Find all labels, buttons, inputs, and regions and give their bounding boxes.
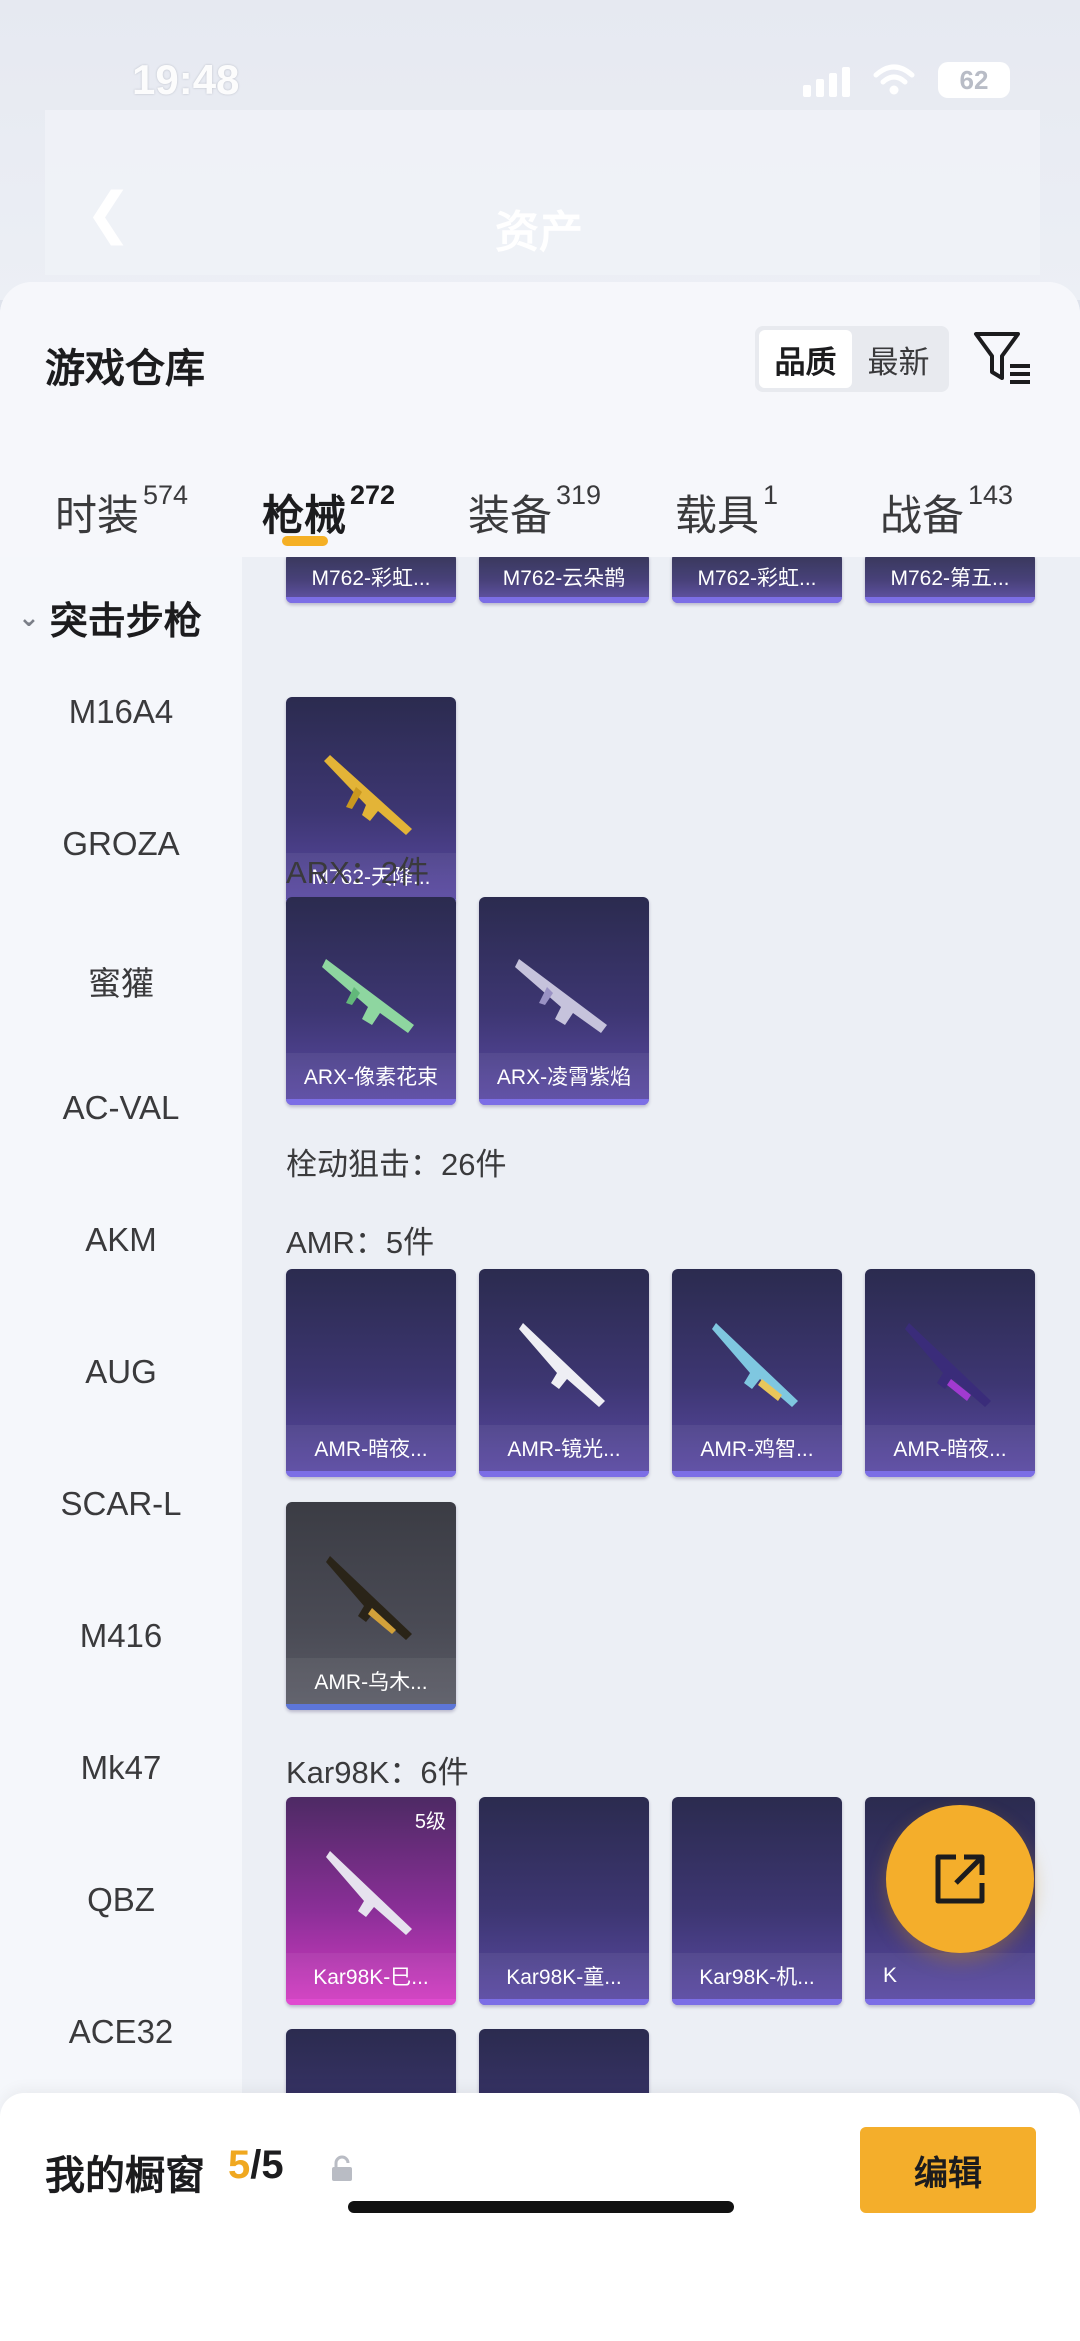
status-icons: 62 xyxy=(803,62,1010,98)
section-title-arx: ARX：2件 xyxy=(286,855,429,890)
sort-toggle[interactable]: 品质 最新 xyxy=(755,326,949,392)
weapon-card-label: Kar98K-童... xyxy=(479,1953,649,1999)
tab-count: 272 xyxy=(350,480,396,510)
battery-indicator: 62 xyxy=(938,62,1010,98)
weapon-card-label: AMR-镜光... xyxy=(479,1425,649,1471)
nav-bar: ❮ 资产 xyxy=(45,110,1040,275)
weapon-card[interactable]: AMR-暗夜... xyxy=(865,1269,1035,1477)
weapon-card[interactable]: AMR-镜光... xyxy=(479,1269,649,1477)
sidebar-group-assault-rifle[interactable]: ⌄ 突击步枪 xyxy=(18,590,202,645)
weapon-card[interactable]: ARX-像素花束 xyxy=(286,897,456,1105)
share-button[interactable] xyxy=(886,1805,1034,1953)
sidebar-group-label: 突击步枪 xyxy=(49,601,202,643)
warehouse-sheet: 游戏仓库 品质 最新 时装 574 枪械 272 装备 319 载具 1 战备 … xyxy=(0,282,1080,2341)
tab-label: 枪械 xyxy=(262,492,347,539)
weapon-card-label: M762-第五... xyxy=(865,557,1035,597)
chevron-left-icon[interactable]: ❮ xyxy=(85,180,132,246)
rifle-green-icon xyxy=(322,959,414,1033)
showcase-count-total: /5 xyxy=(250,2143,284,2187)
rifle-gold-icon xyxy=(324,755,412,835)
weapon-type-sidebar: ⌄ 突击步枪 M16A4 GROZA 蜜獾 AC-VAL AKM AUG SCA… xyxy=(0,557,242,2341)
sniper-white-icon xyxy=(519,1323,605,1407)
sidebar-item-aug[interactable]: AUG xyxy=(0,1353,242,1391)
weapon-card[interactable]: 5级 Kar98K-巳... xyxy=(286,1797,456,2005)
weapon-card-label: M762-云朵鹊 xyxy=(479,557,649,597)
tab-count: 143 xyxy=(968,480,1014,510)
weapon-card[interactable]: AMR-乌木... xyxy=(286,1502,456,1710)
weapon-card-label: ARX-凌霄紫焰 xyxy=(479,1053,649,1099)
weapon-card[interactable]: Kar98K-童... xyxy=(479,1797,649,2005)
lock-icon xyxy=(332,2155,352,2181)
nav-title: 资产 xyxy=(495,208,583,257)
level-badge: 5级 xyxy=(414,1811,446,1833)
section-title-amr: AMR：5件 xyxy=(286,1225,435,1260)
tab-count: 574 xyxy=(143,480,189,510)
rifle-silver-icon xyxy=(515,959,607,1033)
sidebar-item-m16a4[interactable]: M16A4 xyxy=(0,693,242,731)
tab-count: 319 xyxy=(556,480,602,510)
sort-option-quality[interactable]: 品质 xyxy=(759,330,852,388)
tab-count: 1 xyxy=(763,480,779,510)
share-external-icon xyxy=(935,1854,985,1904)
weapon-card-label: AMR-乌木... xyxy=(286,1658,456,1704)
chevron-down-icon: ⌄ xyxy=(18,602,40,632)
sidebar-item-groza[interactable]: GROZA xyxy=(0,825,242,863)
sniper-rainbow-icon xyxy=(712,1323,798,1407)
section-title-kar98k: Kar98K：6件 xyxy=(286,1755,469,1790)
background-header: 19:48 62 ❮ 资产 xyxy=(0,0,1080,300)
tab-label: 时装 xyxy=(55,492,140,539)
weapon-card-label: K xyxy=(865,1953,1035,1999)
showcase-count: 5/5 xyxy=(228,2143,284,2188)
filter-icon[interactable] xyxy=(972,328,1034,390)
weapon-card-label: M762-彩虹... xyxy=(286,557,456,597)
weapon-card-label: M762-彩虹... xyxy=(672,557,842,597)
page-title: 游戏仓库 xyxy=(45,347,205,391)
sidebar-item-qbz[interactable]: QBZ xyxy=(0,1881,242,1919)
weapon-card-label: Kar98K-机... xyxy=(672,1953,842,1999)
weapon-card[interactable]: M762-彩虹... xyxy=(286,557,456,603)
weapon-card-label: AMR-暗夜... xyxy=(865,1425,1035,1471)
weapon-card[interactable]: Kar98K-机... xyxy=(672,1797,842,2005)
signal-icon xyxy=(803,63,850,97)
showcase-count-current: 5 xyxy=(228,2143,251,2187)
category-tabs: 时装 574 枪械 272 装备 319 载具 1 战备 143 xyxy=(0,452,1080,557)
weapon-card-label: AMR-鸡智... xyxy=(672,1425,842,1471)
showcase-bar: 我的橱窗 5/5 编辑 xyxy=(0,2093,1080,2341)
tab-label: 载具 xyxy=(675,492,760,539)
weapon-card[interactable]: ARX-凌霄紫焰 xyxy=(479,897,649,1105)
weapon-card[interactable]: M762-云朵鹊 xyxy=(479,557,649,603)
sniper-silver-icon xyxy=(326,1851,412,1935)
home-indicator xyxy=(348,2201,734,2213)
weapon-card[interactable]: M762-第五... xyxy=(865,557,1035,603)
active-tab-indicator xyxy=(282,536,328,546)
sidebar-item-ac-val[interactable]: AC-VAL xyxy=(0,1089,242,1127)
showcase-title: 我的橱窗 xyxy=(45,2154,205,2198)
status-bar: 19:48 62 xyxy=(0,40,1080,120)
weapon-card-label: Kar98K-巳... xyxy=(286,1953,456,1999)
sidebar-item-mk47[interactable]: Mk47 xyxy=(0,1749,242,1787)
weapon-card[interactable]: AMR-鸡智... xyxy=(672,1269,842,1477)
sniper-ebony-icon xyxy=(326,1556,412,1640)
weapon-card[interactable]: M762-彩虹... xyxy=(672,557,842,603)
sidebar-item-akm[interactable]: AKM xyxy=(0,1221,242,1259)
sidebar-item-scar-l[interactable]: SCAR-L xyxy=(0,1485,242,1523)
tab-label: 装备 xyxy=(468,492,553,539)
edit-button[interactable]: 编辑 xyxy=(860,2127,1036,2213)
wifi-icon xyxy=(873,64,915,95)
sidebar-item-m416[interactable]: M416 xyxy=(0,1617,242,1655)
tab-label: 战备 xyxy=(880,492,965,539)
weapon-grid: M762-彩虹... M762-云朵鹊 M762-彩虹... M762-第五..… xyxy=(242,557,1080,2341)
sidebar-item-honey-badger[interactable]: 蜜獾 xyxy=(0,957,242,1005)
weapon-card-label: AMR-暗夜... xyxy=(286,1425,456,1471)
weapon-card[interactable]: AMR-暗夜... xyxy=(286,1269,456,1477)
status-time: 19:48 xyxy=(132,56,240,103)
sniper-dark-icon xyxy=(905,1323,991,1407)
weapon-card-label: ARX-像素花束 xyxy=(286,1053,456,1099)
sidebar-item-ace32[interactable]: ACE32 xyxy=(0,2013,242,2051)
section-title-bolt-sniper: 栓动狙击：26件 xyxy=(286,1147,507,1182)
sort-option-latest[interactable]: 最新 xyxy=(852,330,945,388)
sheet-header: 游戏仓库 品质 最新 时装 574 枪械 272 装备 319 载具 1 战备 … xyxy=(0,282,1080,557)
